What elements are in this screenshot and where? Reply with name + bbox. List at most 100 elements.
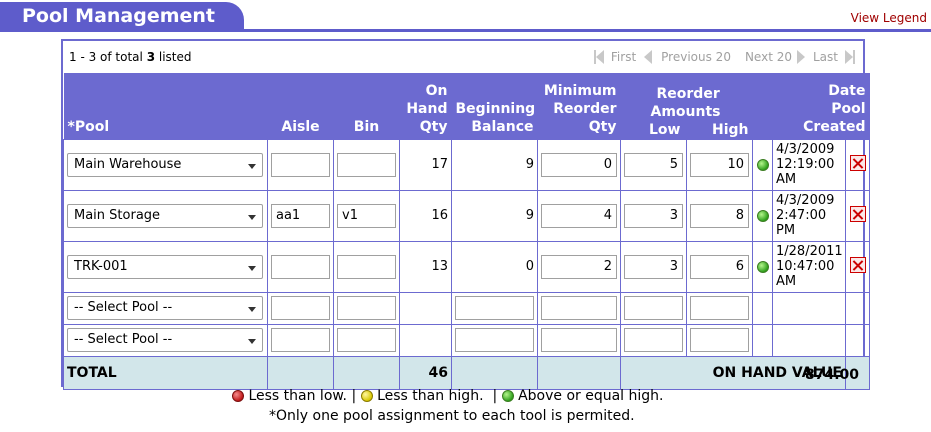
- low-input[interactable]: [624, 296, 683, 320]
- col-beginning-2: Balance: [471, 118, 534, 135]
- date-created: 4/3/2009 2:47:00 PM: [772, 189, 846, 242]
- high-input[interactable]: [690, 328, 749, 352]
- yellow-status-icon: [360, 390, 373, 402]
- total-label: TOTAL: [63, 355, 268, 390]
- new-row: -- Select Pool --: [63, 323, 870, 357]
- status-legend: Less than low. | Less than high. | Above…: [232, 388, 663, 404]
- listed-total: 3: [146, 50, 156, 64]
- previous-link[interactable]: Previous 20: [661, 50, 731, 64]
- bin-input[interactable]: [337, 296, 396, 320]
- next-arrow-icon: [797, 50, 805, 64]
- col-on-hand-qty: On Hand Qty: [399, 73, 452, 139]
- bin-input[interactable]: [337, 328, 396, 352]
- first-link[interactable]: First: [611, 50, 636, 64]
- high-input[interactable]: 8: [690, 203, 749, 228]
- high-input[interactable]: 10: [690, 152, 749, 177]
- bin-input[interactable]: [337, 254, 396, 279]
- table-row: TRK-001 13 0 2 3 6 1/28/2011 10:47:00 AM: [63, 240, 870, 293]
- new-row: -- Select Pool --: [63, 291, 870, 325]
- pool-select-value: -- Select Pool --: [74, 332, 173, 347]
- high-input[interactable]: 6: [690, 254, 749, 279]
- legend-less-low: Less than low.: [248, 388, 347, 404]
- low-input[interactable]: [624, 328, 683, 352]
- total-row: TOTAL 46 ON HAND VALUE: [63, 355, 870, 390]
- col-date-3: Created: [803, 118, 866, 135]
- listed-suffix: listed: [155, 50, 192, 64]
- pool-select[interactable]: Main Storage: [67, 203, 263, 228]
- min-reorder-input[interactable]: 4: [541, 203, 617, 228]
- status-green-icon: [756, 209, 769, 222]
- table-row: Main Storage aa1 v1 16 9 4 3 8 4/3/2009 2…: [63, 189, 870, 242]
- legend-above-high: Above or equal high.: [518, 388, 664, 404]
- aisle-input[interactable]: [271, 328, 330, 352]
- listed-count: 1 - 3 of total 3 listed: [69, 50, 192, 64]
- pool-select-value: -- Select Pool --: [74, 300, 173, 315]
- on-hand-value-amount: 874.00: [804, 367, 859, 383]
- total-on-hand: 46: [399, 355, 452, 390]
- chevron-down-icon: [248, 214, 256, 220]
- pool-grid: 1 - 3 of total 3 listed First Previous 2…: [61, 39, 870, 390]
- header-row: *Pool Aisle Bin On Hand Qty Beginning Ba…: [63, 73, 870, 139]
- low-input[interactable]: 5: [624, 152, 683, 177]
- aisle-input[interactable]: [271, 152, 330, 177]
- col-reorder-1: Reorder: [656, 85, 720, 102]
- delete-icon[interactable]: [849, 154, 866, 171]
- chevron-down-icon: [248, 307, 256, 312]
- min-reorder-input[interactable]: 0: [541, 152, 617, 177]
- delete-icon[interactable]: [849, 256, 866, 273]
- col-min-reorder-2: Reorder: [553, 100, 617, 117]
- high-input[interactable]: [690, 296, 749, 320]
- aisle-input[interactable]: [271, 296, 330, 320]
- col-date-1: Date: [828, 82, 866, 99]
- low-input[interactable]: 3: [624, 254, 683, 279]
- col-min-reorder-qty: Minimum Reorder Qty: [537, 73, 621, 139]
- aisle-input[interactable]: [271, 254, 330, 279]
- header-divider: [0, 29, 931, 32]
- status-green-icon: [756, 158, 769, 171]
- beginning-balance-value: 0: [451, 240, 538, 293]
- col-min-reorder-3: Qty: [588, 118, 617, 135]
- chevron-down-icon: [248, 163, 256, 169]
- beginning-balance-value: 9: [451, 189, 538, 242]
- col-date-created: Date Pool Created: [772, 73, 870, 139]
- beginning-balance-value: 9: [451, 138, 538, 191]
- min-reorder-input[interactable]: [541, 296, 617, 320]
- min-reorder-input[interactable]: 2: [541, 254, 617, 279]
- col-low: Low: [649, 121, 681, 138]
- pager-nav: First Previous 20 Next 20 Last: [593, 50, 855, 64]
- last-bar-icon: [853, 50, 855, 64]
- chevron-down-icon: [248, 265, 256, 271]
- first-arrow-icon: [595, 50, 604, 64]
- pool-select-value: Main Storage: [74, 207, 161, 223]
- col-on-hand-1: On: [425, 82, 448, 99]
- beginning-balance-input[interactable]: [455, 328, 534, 352]
- col-reorder-2: Amounts: [650, 103, 721, 120]
- pool-table: *Pool Aisle Bin On Hand Qty Beginning Ba…: [63, 73, 870, 390]
- last-link[interactable]: Last: [813, 50, 838, 64]
- pool-select[interactable]: -- Select Pool --: [67, 296, 263, 320]
- col-aisle: Aisle: [267, 73, 334, 139]
- min-reorder-input[interactable]: [541, 328, 617, 352]
- col-beginning-balance: Beginning Balance: [451, 73, 538, 139]
- low-input[interactable]: 3: [624, 203, 683, 228]
- bin-input[interactable]: v1: [337, 203, 396, 228]
- col-date-2: Pool: [831, 100, 866, 117]
- view-legend-link[interactable]: View Legend: [851, 11, 927, 25]
- previous-arrow-icon: [644, 50, 653, 64]
- aisle-input[interactable]: aa1: [271, 203, 330, 228]
- col-pool[interactable]: *Pool: [63, 73, 268, 139]
- page-header: Pool Management View Legend: [0, 0, 931, 32]
- delete-icon[interactable]: [849, 205, 866, 222]
- pager: 1 - 3 of total 3 listed First Previous 2…: [63, 41, 863, 73]
- legend-sep: |: [351, 388, 357, 404]
- next-link[interactable]: Next 20: [745, 50, 792, 64]
- assignment-note: *Only one pool assignment to each tool i…: [269, 408, 635, 424]
- col-high: High: [711, 121, 749, 138]
- pool-select[interactable]: -- Select Pool --: [67, 328, 263, 352]
- pool-select[interactable]: TRK-001: [67, 254, 263, 279]
- pool-select[interactable]: Main Warehouse: [67, 152, 263, 177]
- listed-prefix: 1 - 3 of total: [69, 50, 147, 64]
- date-created: 4/3/2009 12:19:00 AM: [772, 138, 846, 191]
- bin-input[interactable]: [337, 152, 396, 177]
- beginning-balance-input[interactable]: [455, 296, 534, 320]
